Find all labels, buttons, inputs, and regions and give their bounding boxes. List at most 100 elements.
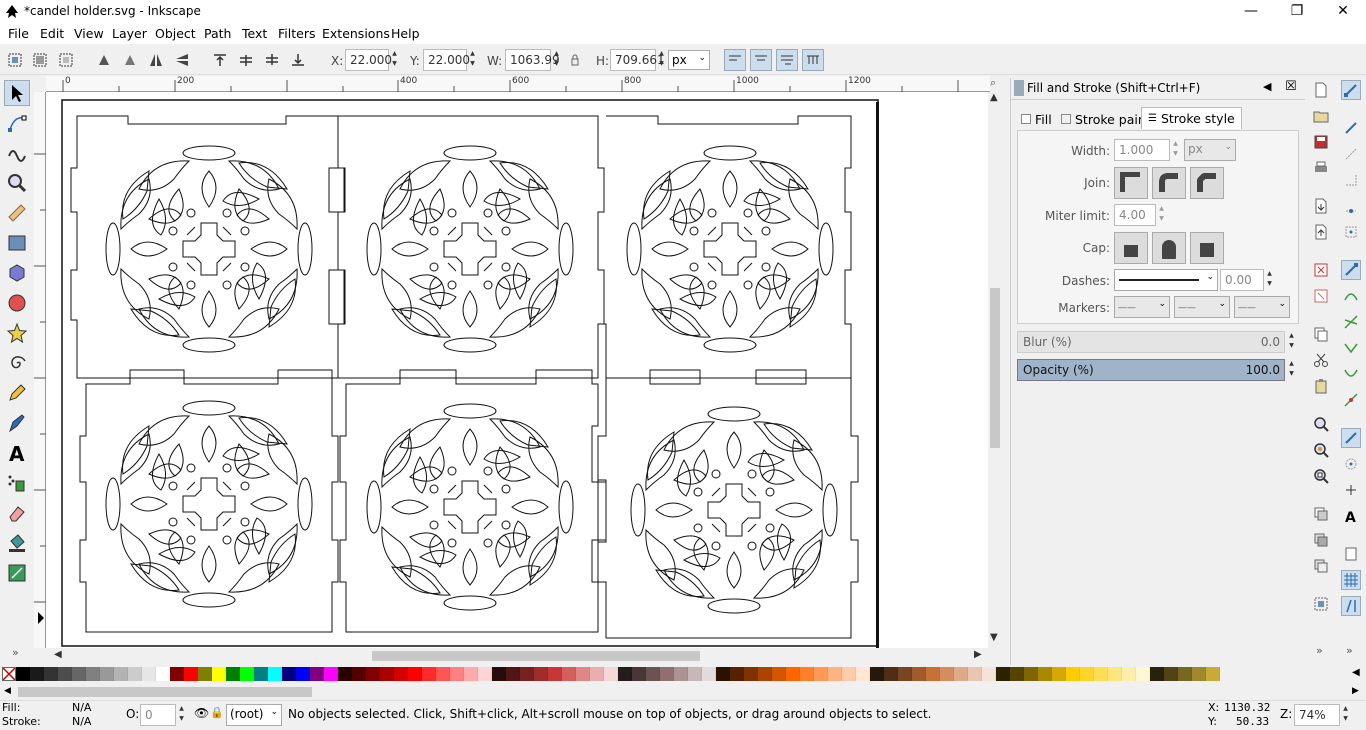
color-swatch[interactable] (520, 667, 534, 681)
lower-to-bottom-icon[interactable] (288, 50, 308, 70)
h-stepper[interactable]: ▲ ▼ (657, 49, 666, 71)
cut-icon[interactable] (1311, 350, 1331, 370)
color-swatch[interactable] (114, 667, 128, 681)
color-swatch[interactable] (268, 667, 282, 681)
start-marker-select[interactable]: —— ⌄ (1114, 296, 1170, 318)
color-swatch[interactable] (464, 667, 478, 681)
color-swatch[interactable] (100, 667, 114, 681)
miter-limit-stepper[interactable]: ▲ ▼ (1157, 204, 1166, 226)
scroll-down-icon[interactable]: ▼ (990, 632, 998, 643)
selector-tool-icon[interactable] (4, 80, 30, 106)
lower-icon[interactable] (262, 50, 282, 70)
palette-scrollbar[interactable]: ◀ ▶ (0, 685, 1366, 699)
pen-tool-icon[interactable] (4, 410, 30, 436)
palette-scroll-right-icon[interactable]: ▶ (1352, 686, 1359, 696)
undo-icon[interactable] (1311, 260, 1331, 280)
snap-bbox-corner-icon[interactable] (1341, 170, 1361, 190)
flip-vertical-icon[interactable] (172, 50, 192, 70)
dash-pattern-select[interactable]: ⌄ (1114, 269, 1218, 291)
color-swatch[interactable] (912, 667, 926, 681)
color-swatch[interactable] (1052, 667, 1066, 681)
color-swatch[interactable] (492, 667, 506, 681)
color-swatch[interactable] (16, 667, 30, 681)
menu-path[interactable]: Path (204, 26, 231, 41)
menu-text[interactable]: Text (242, 26, 267, 41)
dash-offset-stepper[interactable]: ▲ ▼ (1265, 269, 1274, 291)
color-swatch[interactable] (842, 667, 856, 681)
group-icon[interactable] (1311, 594, 1331, 614)
h-input[interactable]: 709.661 (610, 49, 665, 71)
w-stepper[interactable]: ▲ ▼ (552, 49, 561, 71)
layer-select[interactable]: (root) ⌄ (226, 704, 282, 726)
color-swatch[interactable] (562, 667, 576, 681)
color-swatch[interactable] (86, 667, 100, 681)
color-swatch[interactable] (1080, 667, 1094, 681)
3d-box-tool-icon[interactable] (4, 260, 30, 286)
redo-icon[interactable] (1311, 286, 1331, 306)
text-tool-icon[interactable]: A (4, 440, 30, 466)
color-swatch[interactable] (730, 667, 744, 681)
color-swatch[interactable] (800, 667, 814, 681)
width-stepper[interactable]: ▲ ▼ (1171, 139, 1180, 161)
color-swatch[interactable] (58, 667, 72, 681)
snap-toggle-icon[interactable] (1341, 80, 1361, 100)
color-swatch[interactable] (324, 667, 338, 681)
measure-tool-icon[interactable] (4, 200, 30, 226)
color-swatch[interactable] (632, 667, 646, 681)
ellipse-tool-icon[interactable] (4, 290, 30, 316)
horizontal-scrollbar[interactable]: ◀ ▶ (46, 648, 990, 664)
drawing-artwork[interactable] (46, 92, 988, 648)
tab-fill[interactable]: Fill (1015, 108, 1058, 130)
color-swatch[interactable] (828, 667, 842, 681)
color-swatch[interactable] (814, 667, 828, 681)
paint-bucket-tool-icon[interactable] (4, 530, 30, 556)
color-swatch[interactable] (1094, 667, 1108, 681)
spray-tool-icon[interactable] (4, 470, 30, 496)
scroll-right-icon[interactable]: ▶ (974, 649, 982, 660)
snap-bbox-center-icon[interactable] (1341, 222, 1361, 242)
stroke-indicator-value[interactable]: N/A (72, 715, 91, 728)
unit-select[interactable]: px ⌄ (668, 50, 710, 70)
menu-view[interactable]: View (74, 26, 104, 41)
width-input[interactable]: 1.000 (1114, 139, 1170, 161)
panel-close-icon[interactable]: ☒ (1285, 79, 1297, 94)
color-swatch[interactable] (576, 667, 590, 681)
color-swatch[interactable] (226, 667, 240, 681)
snap-smooth-icon[interactable] (1341, 364, 1361, 384)
x-input[interactable]: 22.000 (345, 49, 392, 71)
snap-object-center-icon[interactable] (1341, 454, 1361, 474)
miter-join-icon[interactable] (1114, 167, 1148, 199)
transform-patterns-icon[interactable] (802, 49, 824, 71)
export-icon[interactable] (1311, 222, 1331, 242)
rectangle-tool-icon[interactable] (4, 230, 30, 256)
mid-marker-select[interactable]: —— ⌄ (1174, 296, 1230, 318)
round-cap-icon[interactable] (1152, 232, 1186, 264)
snap-rotation-center-icon[interactable] (1341, 480, 1361, 500)
pencil-tool-icon[interactable] (4, 380, 30, 406)
more-commands-icon[interactable]: » (1316, 644, 1323, 657)
scale-corners-icon[interactable] (750, 49, 772, 71)
print-icon[interactable] (1311, 158, 1331, 178)
menu-filters[interactable]: Filters (278, 26, 315, 41)
color-swatch[interactable] (44, 667, 58, 681)
width-unit-select[interactable]: px ⌄ (1184, 139, 1236, 161)
opacity-stepper[interactable]: ▲ ▼ (1287, 359, 1296, 381)
color-swatch[interactable] (870, 667, 884, 681)
more-snap-icon[interactable]: » (1346, 644, 1353, 657)
round-join-icon[interactable] (1152, 167, 1186, 199)
color-swatch[interactable] (674, 667, 688, 681)
no-paint-swatch[interactable] (2, 667, 16, 681)
color-swatch[interactable] (1038, 667, 1052, 681)
blur-slider[interactable]: Blur (%) 0.0 (1017, 331, 1285, 353)
scroll-up-icon[interactable]: ▲ (990, 92, 998, 103)
lock-icon[interactable] (565, 50, 585, 70)
color-swatch[interactable] (618, 667, 632, 681)
palette-scroll-left-icon[interactable]: ◀ (4, 686, 11, 696)
snap-paths-icon[interactable] (1341, 286, 1361, 306)
color-swatch[interactable] (1136, 667, 1150, 681)
star-tool-icon[interactable] (4, 320, 30, 346)
snap-nodes-icon[interactable] (1341, 260, 1361, 280)
color-swatch[interactable] (212, 667, 226, 681)
color-swatch[interactable] (436, 667, 450, 681)
zoom-tool-icon[interactable] (4, 170, 30, 196)
